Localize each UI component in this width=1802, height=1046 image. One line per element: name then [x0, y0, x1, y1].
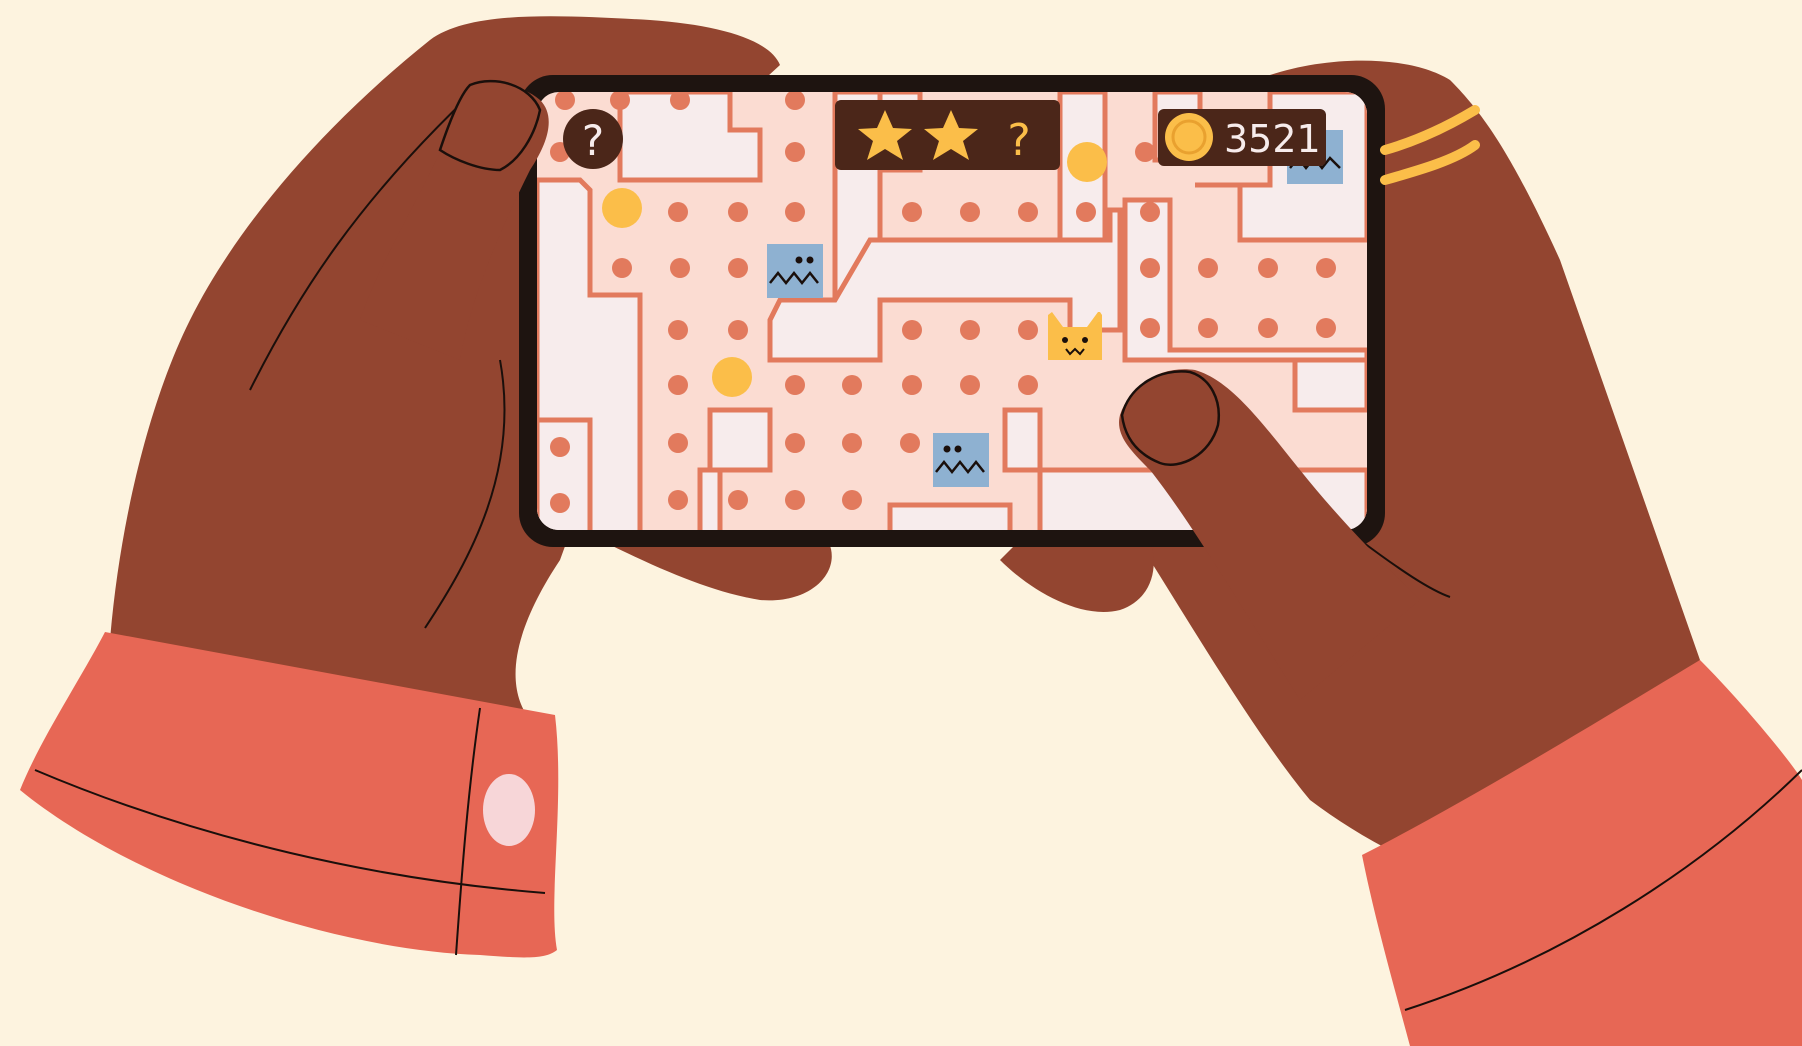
ghost-icon — [933, 433, 989, 487]
question-mark-icon: ? — [582, 116, 604, 165]
power-pellet — [1067, 142, 1107, 182]
missing-star-indicator: ? — [1007, 115, 1030, 166]
game-scene: ? ? 3521 — [0, 0, 1802, 1046]
coin-count: 3521 — [1224, 117, 1321, 161]
power-pellet — [602, 188, 642, 228]
coin-counter: 3521 — [1158, 109, 1326, 166]
coin-icon — [1165, 113, 1213, 161]
stars-panel: ? — [835, 100, 1060, 170]
power-pellet — [712, 357, 752, 397]
help-button[interactable]: ? — [563, 109, 623, 169]
sleeve-button — [483, 774, 535, 846]
ghost-icon — [767, 244, 823, 298]
